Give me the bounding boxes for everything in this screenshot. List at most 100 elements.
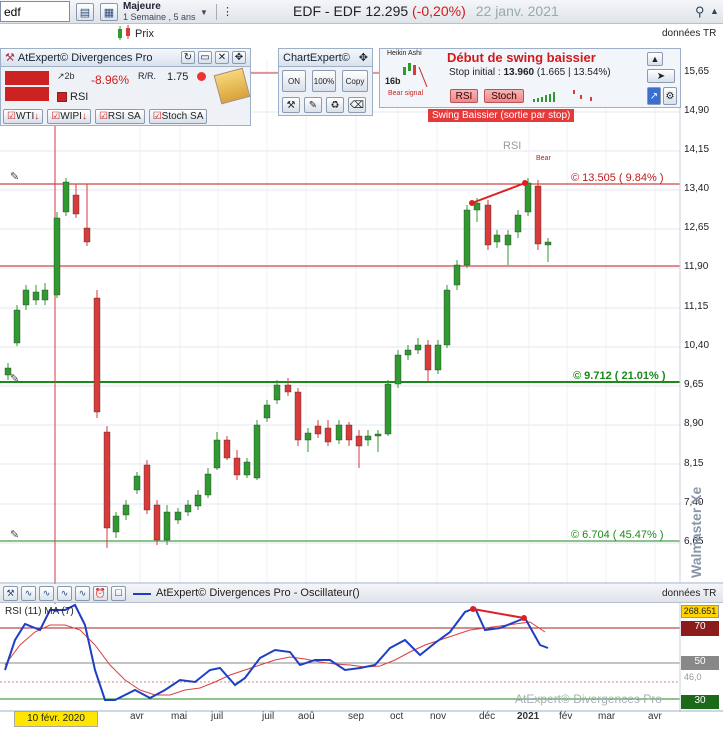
- tab-stoch-sa[interactable]: ☑ Stoch SA: [148, 109, 208, 124]
- header-date: 22 janv. 2021: [475, 3, 559, 19]
- candle-down: [143, 464, 151, 511]
- signal-stoch-button[interactable]: Stoch: [484, 89, 524, 103]
- osc-axis-50: 50: [681, 656, 719, 670]
- collapse-icon[interactable]: ▲: [647, 52, 663, 66]
- candle-up: [473, 202, 481, 211]
- candle-up: [434, 344, 442, 371]
- chartexpert-copy-button[interactable]: Copy: [342, 70, 368, 92]
- chartexpert-panel: ChartExpert© ✥ ON 100% Copy ⚒ ✎ ♻ ⌫: [278, 48, 373, 116]
- checkbox-icon[interactable]: ☐: [111, 586, 126, 601]
- candle-up: [184, 504, 192, 513]
- header-title: EDF - EDF 12.295 (-0,20%) 22 janv. 2021: [293, 3, 559, 19]
- candle-down: [103, 431, 111, 529]
- price-axis-label: 14,90: [684, 105, 710, 116]
- chartexpert-tools: ⚒ ✎ ♻ ⌫: [282, 97, 366, 113]
- chart-icon[interactable]: ↗: [647, 87, 661, 105]
- candle-down: [534, 185, 542, 245]
- period-range[interactable]: 1 Semaine , 5 ans: [123, 12, 196, 22]
- tab-wti[interactable]: ☑ WTI ↓: [3, 109, 44, 124]
- candle-down: [93, 297, 101, 413]
- candle-down: [355, 435, 363, 447]
- book-icon[interactable]: ▤: [76, 3, 94, 21]
- cycle-icon[interactable]: ♻: [326, 97, 344, 113]
- pin-icon[interactable]: ⚲: [695, 4, 705, 20]
- candle-up: [263, 404, 271, 419]
- candle-up: [335, 424, 343, 441]
- alarm-icon[interactable]: ⏰: [93, 586, 108, 601]
- symbol-input[interactable]: [0, 1, 70, 22]
- data-source-label: données TR: [662, 28, 717, 39]
- candle-up: [514, 214, 522, 233]
- eraser-icon[interactable]: ⌫: [348, 97, 366, 113]
- rsi-checkbox-row[interactable]: RSI: [57, 91, 88, 103]
- month-label: mai: [171, 711, 188, 722]
- pencil-icon[interactable]: ✎: [304, 97, 322, 113]
- wave-icon[interactable]: ∿: [57, 586, 72, 601]
- arrow-right-icon[interactable]: ➤: [647, 69, 675, 83]
- wave-icon[interactable]: ∿: [21, 586, 36, 601]
- candle-down: [72, 194, 80, 215]
- tab-rsi-sa[interactable]: ☑ RSI SA: [94, 109, 145, 124]
- wave-icon[interactable]: ∿: [75, 586, 90, 601]
- candle-up: [243, 461, 251, 476]
- cursor-date: 10 févr. 2020: [14, 711, 98, 727]
- candle-up: [41, 289, 49, 301]
- chartexpert-on-button[interactable]: ON: [282, 70, 306, 92]
- calendar-icon[interactable]: ▦: [100, 3, 118, 21]
- tools-icon[interactable]: ⚒: [3, 586, 18, 601]
- window-icon[interactable]: ▭: [198, 51, 212, 64]
- mini-chart-red[interactable]: [5, 87, 49, 101]
- bell-icon[interactable]: [213, 67, 251, 105]
- candle-up: [62, 181, 70, 213]
- candle-up: [133, 475, 141, 491]
- candle-up: [364, 435, 372, 441]
- alarm-marker-icon[interactable]: ✎: [10, 170, 19, 183]
- chevron-up-icon[interactable]: ▲: [710, 6, 719, 16]
- move-icon[interactable]: ✥: [232, 51, 246, 64]
- candle-up: [504, 234, 512, 246]
- refresh-icon[interactable]: ↻: [181, 51, 195, 64]
- period-name[interactable]: Majeure: [123, 1, 161, 12]
- stop-detail: (1.665 | 13.54%): [536, 67, 611, 78]
- candle-up: [493, 234, 501, 243]
- candle-down: [294, 391, 302, 441]
- chartexpert-zoom-button[interactable]: 100%: [312, 70, 336, 92]
- pct-value: -8.96%: [91, 73, 130, 87]
- price-axis-label: 10,40: [684, 340, 710, 351]
- mini-chart-red[interactable]: [5, 71, 49, 85]
- close-icon[interactable]: ✕: [215, 51, 229, 64]
- month-label: aoû: [298, 711, 315, 722]
- candle-up: [213, 439, 221, 469]
- rr-value: 1.75: [167, 71, 189, 83]
- candle-up: [414, 344, 422, 351]
- trend-icon: ↗2b: [57, 71, 75, 81]
- candle-up: [112, 515, 120, 533]
- tab-wipi[interactable]: ☑ WIPI ↓: [47, 109, 91, 124]
- toolbar-divider: [216, 4, 217, 20]
- move-icon[interactable]: ✥: [359, 51, 368, 64]
- osc-axis-46: 46,0: [684, 672, 702, 682]
- wrench-icon[interactable]: ⚒: [282, 97, 300, 113]
- candle-up: [394, 354, 402, 385]
- alarm-marker-icon[interactable]: ✎: [10, 372, 19, 385]
- draw-tools-icon[interactable]: ⋮: [222, 5, 233, 18]
- price-axis-label: 8,90: [684, 418, 704, 429]
- signal-rsi-button[interactable]: RSI: [450, 89, 478, 103]
- heikin-label: Heikin Ashi: [387, 50, 422, 57]
- rsi-annotation: RSI: [503, 140, 522, 152]
- price-divergence-line: [471, 182, 526, 204]
- wave-icon[interactable]: ∿: [39, 586, 54, 601]
- osc-watermark: AtExpert© Divergences Pro: [515, 692, 662, 706]
- candle-down: [284, 384, 292, 393]
- candle-up: [22, 289, 30, 306]
- candle-up: [544, 241, 552, 246]
- alarm-marker-icon[interactable]: ✎: [10, 528, 19, 541]
- chart-area[interactable]: [0, 40, 723, 729]
- heikin-mini-chart: [399, 59, 429, 92]
- candle-down: [153, 504, 161, 541]
- chevron-down-icon[interactable]: ▼: [200, 8, 208, 17]
- settings-icon[interactable]: ⚙: [663, 87, 677, 105]
- month-label: mar: [598, 711, 616, 722]
- candle-up: [524, 182, 532, 213]
- rsi-checkbox[interactable]: [57, 92, 67, 102]
